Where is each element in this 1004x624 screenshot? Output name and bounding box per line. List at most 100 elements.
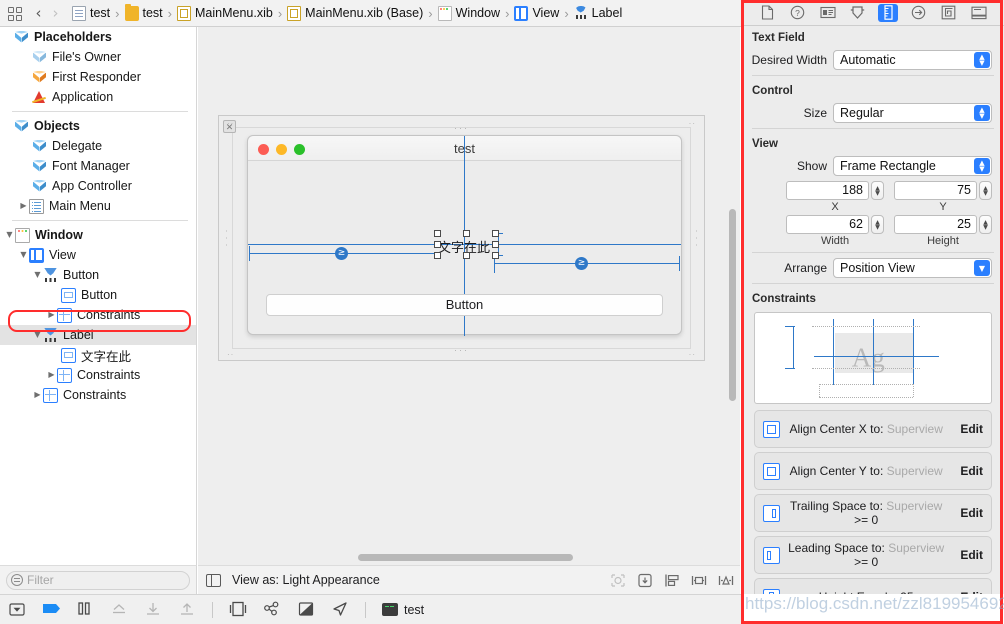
view-show-select[interactable]: Frame Rectangle ▲ ▼ <box>833 156 992 176</box>
disclosure-triangle-collapsed-icon[interactable]: ▶ <box>18 196 29 216</box>
chevron-updown-icon[interactable]: ▲ ▼ <box>974 105 990 121</box>
appearance-icon[interactable] <box>297 601 315 618</box>
sidebar-item-label-constraints[interactable]: ▶ Constraints <box>0 365 196 385</box>
location-icon[interactable] <box>331 601 349 618</box>
step-into-icon[interactable] <box>144 601 162 618</box>
step-out-icon[interactable] <box>178 601 196 618</box>
debug-graph-icon[interactable] <box>263 601 281 618</box>
height-stepper[interactable]: ▲ ▼ <box>979 215 992 234</box>
edit-button[interactable]: Edit <box>960 506 983 520</box>
selection-handle[interactable] <box>492 230 499 237</box>
resolve-auto-layout-icon[interactable] <box>718 573 734 588</box>
filter-toggle-icon[interactable] <box>8 601 26 618</box>
sidebar-item-button[interactable]: ▼ Button <box>0 265 196 285</box>
identity-inspector-icon[interactable] <box>818 4 838 22</box>
sidebar-item-main-menu[interactable]: ▶ Main Menu <box>0 196 196 216</box>
y-input[interactable]: 75 <box>894 181 977 200</box>
breadcrumb-item-folder[interactable]: test <box>124 3 163 23</box>
constraint-row-align-center-y[interactable]: Align Center Y to: Superview Edit <box>754 452 992 490</box>
selection-handle[interactable] <box>434 252 441 259</box>
sidebar-item-label[interactable]: ▼ Label <box>0 325 196 345</box>
sidebar-item-window[interactable]: ▼ Window <box>0 225 196 245</box>
forward-button[interactable]: › <box>47 3 64 23</box>
selection-handle[interactable] <box>463 230 470 237</box>
inspector-panel[interactable]: ? Text Field Desired Width Automatic ▲ ▼… <box>741 0 1004 594</box>
edit-button[interactable]: Edit <box>960 464 983 478</box>
sidebar-item-font-manager[interactable]: Font Manager <box>0 156 196 176</box>
back-button[interactable]: ‹ <box>30 3 47 23</box>
breadcrumb-item-mainmenu-xib[interactable]: MainMenu.xib <box>177 3 273 23</box>
attributes-inspector-icon[interactable] <box>848 4 868 22</box>
size-inspector-icon[interactable] <box>878 3 899 22</box>
breadcrumb-item-window[interactable]: Window <box>437 3 500 23</box>
breadcrumb-item-view[interactable]: View <box>514 3 559 23</box>
edit-button[interactable]: Edit <box>960 590 983 594</box>
pause-icon[interactable] <box>76 601 94 618</box>
document-outline-sidebar[interactable]: Placeholders File's Owner First Responde… <box>0 27 197 565</box>
bindings-inspector-icon[interactable] <box>939 4 959 22</box>
sidebar-item-application[interactable]: Application <box>0 87 196 107</box>
update-frames-icon[interactable] <box>610 573 626 588</box>
sidebar-item-view[interactable]: ▼ View <box>0 245 196 265</box>
disclosure-triangle-collapsed-icon[interactable]: ▶ <box>46 305 57 325</box>
arrange-select[interactable]: Position View ▼ <box>833 258 992 278</box>
y-stepper[interactable]: ▲ ▼ <box>979 181 992 200</box>
mock-window[interactable]: test ≥ ≥ <box>247 135 682 336</box>
mock-window-body[interactable]: ≥ ≥ 文字在此 Button <box>248 136 681 336</box>
selection-handle[interactable] <box>492 252 499 259</box>
left-panel-toggle-icon[interactable] <box>206 573 221 587</box>
sidebar-item-button-constraints[interactable]: ▶ Constraints <box>0 305 196 325</box>
canvas-horizontal-scrollbar[interactable] <box>358 554 573 561</box>
scheme-indicator[interactable]: test <box>382 603 424 617</box>
width-input[interactable]: 62 <box>786 215 869 234</box>
selection-handle[interactable] <box>463 252 470 259</box>
canvas-vertical-scrollbar[interactable] <box>729 209 736 401</box>
chevron-down-icon[interactable]: ▼ <box>974 260 990 276</box>
disclosure-triangle-collapsed-icon[interactable]: ▶ <box>46 365 57 385</box>
breadcrumb-item-label[interactable]: Label <box>574 3 622 23</box>
selection-handle[interactable] <box>434 230 441 237</box>
file-inspector-icon[interactable] <box>757 4 777 22</box>
selection-handle[interactable] <box>434 241 441 248</box>
x-input[interactable]: 188 <box>786 181 869 200</box>
desired-width-select[interactable]: Automatic ▲ ▼ <box>833 50 992 70</box>
edit-button[interactable]: Edit <box>960 548 983 562</box>
canvas-resize-handle-top[interactable]: ··· <box>454 123 469 133</box>
canvas-resize-handle-bottom[interactable]: ··· <box>454 345 469 355</box>
constraints-preview[interactable]: Ag <box>754 312 992 404</box>
x-stepper[interactable]: ▲ ▼ <box>871 181 884 200</box>
sidebar-item-files-owner[interactable]: File's Owner <box>0 47 196 67</box>
constraint-row-height-equals[interactable]: Height Equals: 25 Edit <box>754 578 992 594</box>
sidebar-item-label-text-cell[interactable]: 文字在此 <box>0 345 196 365</box>
quick-help-icon[interactable]: ? <box>787 4 807 22</box>
sidebar-item-delegate[interactable]: Delegate <box>0 136 196 156</box>
sidebar-group-objects[interactable]: Objects <box>0 116 196 136</box>
sidebar-group-placeholders[interactable]: Placeholders <box>0 27 196 47</box>
disclosure-triangle-expanded-icon[interactable]: ▼ <box>4 225 15 245</box>
sidebar-item-view-constraints[interactable]: ▶ Constraints <box>0 385 196 405</box>
view-hierarchy-icon[interactable] <box>229 601 247 618</box>
embed-in-icon[interactable] <box>637 573 653 588</box>
connections-inspector-icon[interactable] <box>908 4 928 22</box>
mock-button[interactable]: Button <box>266 294 663 316</box>
constraint-row-trailing-space[interactable]: Trailing Space to: Superview >= 0 Edit <box>754 494 992 532</box>
constraint-row-leading-space[interactable]: Leading Space to: Superview >= 0 Edit <box>754 536 992 574</box>
control-size-select[interactable]: Regular ▲ ▼ <box>833 103 992 123</box>
step-over-icon[interactable] <box>110 601 128 618</box>
breakpoint-icon[interactable] <box>42 601 60 618</box>
disclosure-triangle-collapsed-icon[interactable]: ▶ <box>32 385 43 405</box>
breadcrumb-item-mainmenu-xib-base[interactable]: MainMenu.xib (Base) <box>287 3 423 23</box>
interface-builder-canvas[interactable]: ✕ ··· ··· ··· ··· ·· ·· ·· ·· test <box>198 27 740 565</box>
edit-button[interactable]: Edit <box>960 422 983 436</box>
height-input[interactable]: 25 <box>894 215 977 234</box>
chevron-updown-icon[interactable]: ▲ ▼ <box>974 52 990 68</box>
view-effects-inspector-icon[interactable] <box>969 4 989 22</box>
pin-icon[interactable] <box>691 573 707 588</box>
width-stepper[interactable]: ▲ ▼ <box>871 215 884 234</box>
sidebar-item-button-cell[interactable]: Button <box>0 285 196 305</box>
constraint-row-align-center-x[interactable]: Align Center X to: Superview Edit <box>754 410 992 448</box>
disclosure-triangle-expanded-icon[interactable]: ▼ <box>32 325 43 345</box>
grid-icon[interactable] <box>6 4 24 22</box>
disclosure-triangle-expanded-icon[interactable]: ▼ <box>32 265 43 285</box>
chevron-updown-icon[interactable]: ▲ ▼ <box>974 158 990 174</box>
